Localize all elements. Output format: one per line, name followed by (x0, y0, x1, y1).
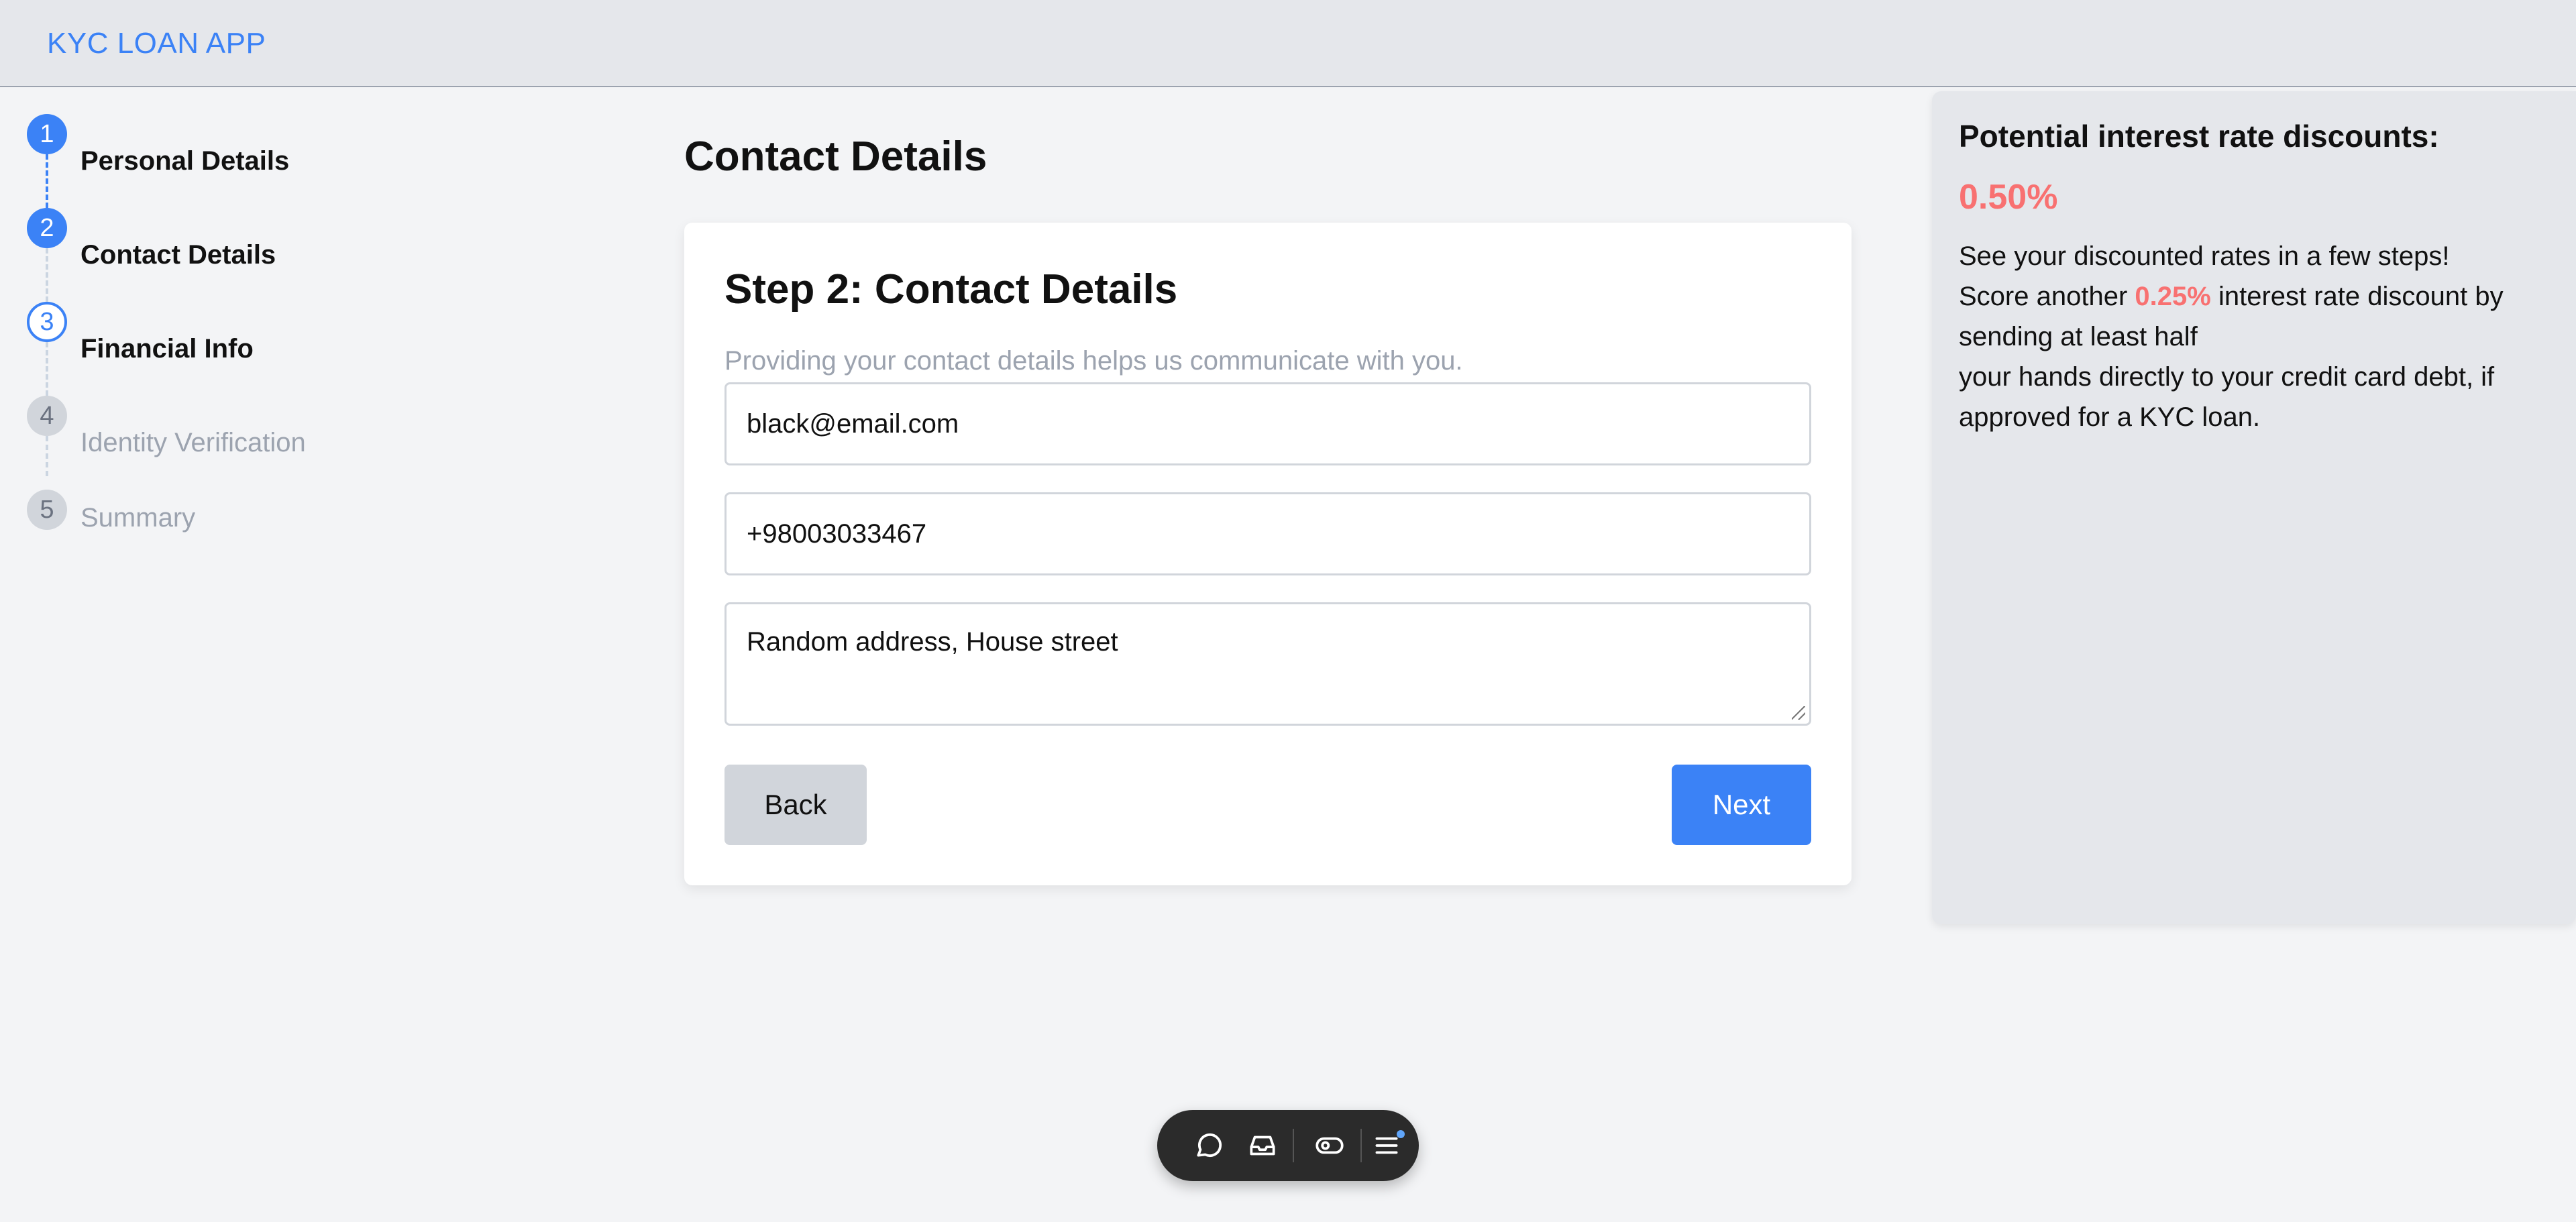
card-title: Step 2: Contact Details (724, 266, 1178, 313)
address-text: Random address, House street (747, 627, 1118, 657)
step-label: Contact Details (80, 240, 276, 270)
notification-dot (1397, 1130, 1405, 1138)
panel-description: See your discounted rates in a few steps… (1959, 236, 2563, 437)
step-number: 4 (27, 396, 67, 436)
address-field[interactable]: Random address, House street (724, 602, 1811, 726)
eye-toggle-icon[interactable] (1313, 1129, 1346, 1162)
score-prefix: Score another (1959, 282, 2128, 311)
panel-line-1: See your discounted rates in a few steps… (1959, 241, 2450, 271)
top-bar: KYC LOAN APP (0, 0, 2576, 87)
step-number: 2 (27, 208, 67, 248)
step-label: Personal Details (80, 146, 290, 176)
step-number: 3 (27, 302, 67, 342)
score-rate: 0.25% (2135, 282, 2211, 311)
progress-stepper: 1 Personal Details 2 Contact Details 3 F… (27, 114, 496, 543)
step-number: 5 (27, 490, 67, 530)
step-number: 1 (27, 114, 67, 154)
discount-rate: 0.50% (1959, 178, 2058, 217)
step-label: Identity Verification (80, 428, 306, 457)
phone-field[interactable] (724, 492, 1811, 575)
resize-handle-icon[interactable] (1792, 706, 1805, 720)
contact-form-card: Step 2: Contact Details Providing your c… (684, 223, 1851, 885)
inbox-icon[interactable] (1246, 1129, 1279, 1162)
panel-title: Potential interest rate discounts: (1959, 119, 2439, 154)
step-label: Summary (80, 503, 196, 533)
step-label: Financial Info (80, 334, 254, 364)
toolbar-divider (1293, 1129, 1294, 1162)
email-field[interactable] (724, 382, 1811, 465)
panel-line-2: Score another 0.25% interest rate discou… (1959, 276, 2563, 357)
card-description: Providing your contact details helps us … (724, 346, 1463, 376)
app-brand[interactable]: KYC LOAN APP (47, 27, 266, 60)
step-financial-info[interactable]: 3 Financial Info (27, 302, 496, 364)
step-contact-details[interactable]: 2 Contact Details (27, 208, 496, 270)
step-summary: 5 Summary (27, 490, 496, 543)
floating-toolbar (1157, 1110, 1419, 1181)
back-button[interactable]: Back (724, 765, 867, 845)
menu-icon[interactable] (1370, 1129, 1405, 1162)
next-button[interactable]: Next (1672, 765, 1811, 845)
panel-line-3: your hands directly to your credit card … (1959, 362, 2495, 432)
step-identity-verification: 4 Identity Verification (27, 396, 496, 457)
toolbar-divider (1360, 1129, 1362, 1162)
discount-panel: Potential interest rate discounts: 0.50%… (1932, 91, 2576, 924)
step-personal-details[interactable]: 1 Personal Details (27, 114, 496, 176)
page-title: Contact Details (684, 133, 987, 180)
chat-icon[interactable] (1193, 1129, 1226, 1162)
